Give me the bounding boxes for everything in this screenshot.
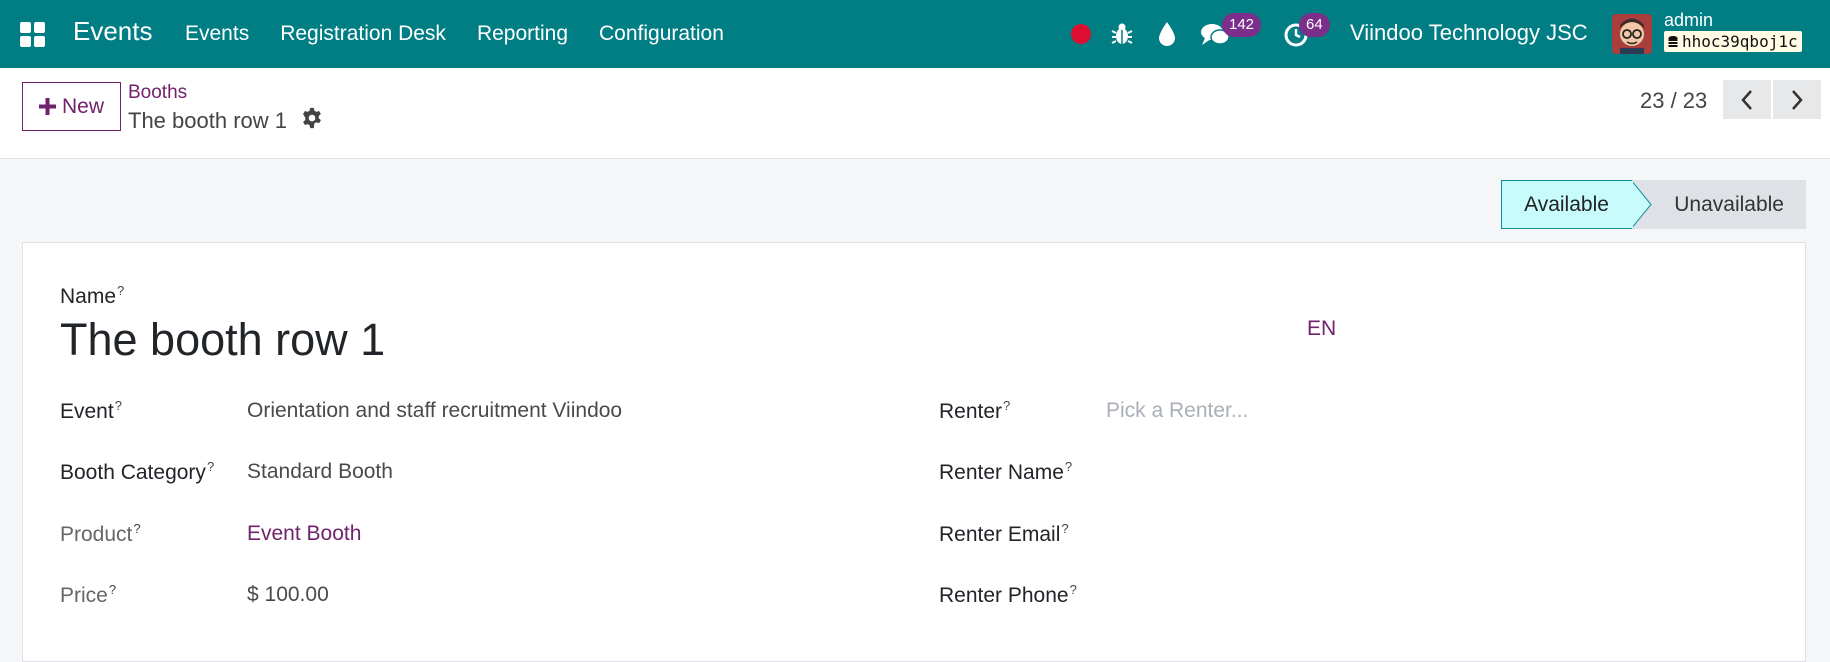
chevron-left-icon <box>1741 89 1752 110</box>
new-button[interactable]: New <box>22 82 121 131</box>
help-mark[interactable]: ? <box>117 283 124 298</box>
database-name: hhoc39qboj1c <box>1682 32 1798 51</box>
event-label: Event? <box>60 398 122 424</box>
avatar[interactable] <box>1612 14 1652 54</box>
help-mark[interactable]: ? <box>1070 582 1077 597</box>
app-name[interactable]: Events <box>73 16 153 47</box>
price-label-text: Price <box>60 584 108 607</box>
menu-item-registration-desk[interactable]: Registration Desk <box>280 22 446 46</box>
activities-badge: 64 <box>1299 13 1330 37</box>
pager-previous-button[interactable] <box>1723 80 1771 119</box>
product-label: Product? <box>60 521 141 547</box>
gear-icon[interactable] <box>301 107 323 129</box>
form-sheet: Name? The booth row 1 EN Event? Orientat… <box>22 242 1806 662</box>
menu-item-events[interactable]: Events <box>185 22 249 46</box>
menu-item-reporting[interactable]: Reporting <box>477 22 568 46</box>
help-mark[interactable]: ? <box>1061 521 1068 536</box>
help-mark[interactable]: ? <box>207 459 214 474</box>
bug-icon[interactable] <box>1111 22 1133 46</box>
chevron-right-icon <box>1792 89 1803 110</box>
renter-name-label: Renter Name? <box>939 459 1072 485</box>
renter-email-label-text: Renter Email <box>939 523 1061 546</box>
breadcrumb-current: The booth row 1 <box>128 108 287 133</box>
pager-value[interactable]: 23 / 23 <box>1640 88 1707 114</box>
renter-label: Renter? <box>939 398 1010 424</box>
help-mark[interactable]: ? <box>109 582 116 597</box>
price-label: Price? <box>60 582 116 608</box>
new-button-label: New <box>61 94 104 118</box>
renter-email-label: Renter Email? <box>939 521 1069 547</box>
booth-category-label: Booth Category? <box>60 459 214 485</box>
renter-phone-label: Renter Phone? <box>939 582 1077 608</box>
status-available[interactable]: Available <box>1501 180 1632 229</box>
control-panel: New Booths The booth row 1 23 / 23 <box>0 68 1830 159</box>
name-label: Name? <box>60 283 124 309</box>
booth-category-field[interactable]: Standard Booth <box>247 460 393 484</box>
price-value: $ 100.00 <box>247 583 329 606</box>
top-navbar: Events Events Registration Desk Reportin… <box>0 0 1830 68</box>
plus-icon <box>38 98 56 115</box>
recording-dot-icon[interactable] <box>1071 24 1091 44</box>
event-field[interactable]: Orientation and staff recruitment Viindo… <box>247 399 622 423</box>
apps-icon[interactable] <box>20 22 45 47</box>
user-name[interactable]: admin <box>1664 10 1713 31</box>
product-link[interactable]: Event Booth <box>247 522 361 546</box>
renter-input[interactable]: Pick a Renter... <box>1106 399 1248 423</box>
messages-badge: 142 <box>1222 13 1262 37</box>
name-label-text: Name <box>60 285 117 308</box>
drop-icon[interactable] <box>1158 21 1176 47</box>
product-label-text: Product <box>60 523 133 546</box>
database-badge: hhoc39qboj1c <box>1664 31 1802 52</box>
breadcrumb-booths[interactable]: Booths <box>128 82 187 104</box>
pager-next-button[interactable] <box>1773 80 1821 119</box>
renter-label-text: Renter <box>939 400 1003 423</box>
database-icon <box>1668 35 1678 47</box>
language-toggle[interactable]: EN <box>1307 317 1336 341</box>
status-arrow <box>1631 180 1652 229</box>
menu-item-configuration[interactable]: Configuration <box>599 22 724 46</box>
help-mark[interactable]: ? <box>1003 398 1010 413</box>
renter-phone-label-text: Renter Phone <box>939 584 1069 607</box>
help-mark[interactable]: ? <box>1065 459 1072 474</box>
company-switcher[interactable]: Viindoo Technology JSC <box>1350 20 1588 46</box>
status-unavailable[interactable]: Unavailable <box>1632 180 1806 229</box>
help-mark[interactable]: ? <box>133 521 140 536</box>
booth-category-label-text: Booth Category <box>60 461 206 484</box>
help-mark[interactable]: ? <box>115 398 122 413</box>
main-menu: Events Registration Desk Reporting Confi… <box>185 22 755 46</box>
event-label-text: Event <box>60 400 114 423</box>
booth-name-field[interactable]: The booth row 1 <box>60 314 385 366</box>
renter-name-label-text: Renter Name <box>939 461 1064 484</box>
